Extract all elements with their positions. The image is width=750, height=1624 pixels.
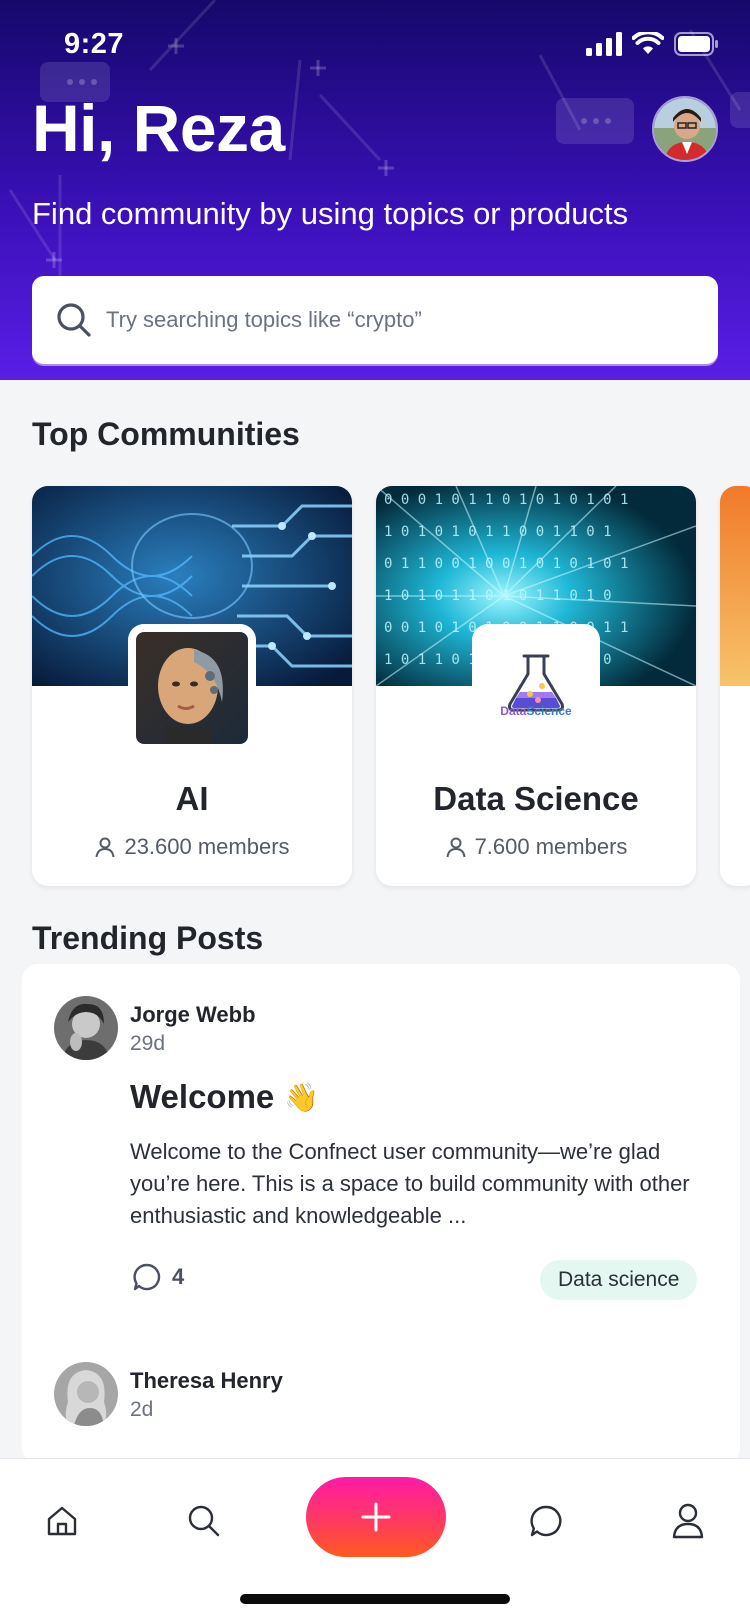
battery-icon (674, 32, 718, 56)
status-time: 9:27 (64, 28, 125, 60)
trending-posts-title: Trending Posts (32, 920, 264, 956)
logo-text-science: Science (526, 704, 572, 718)
post-title-text: Welcome (130, 1078, 275, 1115)
logo-text-data: Data (500, 704, 527, 718)
flask-icon (508, 654, 564, 712)
peek-cover-image (720, 486, 750, 686)
post-author-name[interactable]: Jorge Webb (130, 1002, 256, 1028)
comment-count: 4 (172, 1264, 185, 1289)
trending-posts-list: Jorge Webb 29d Welcome 👋 Welcome to the … (22, 964, 740, 1464)
plus-icon (361, 1502, 391, 1532)
tab-messages[interactable] (524, 1499, 568, 1543)
community-card-data-science[interactable]: 0 0 0 1 0 1 1 0 1 0 1 0 1 0 1 1 0 1 0 1 … (376, 486, 696, 886)
home-icon (47, 1506, 77, 1536)
profile-icon (672, 1503, 704, 1539)
post-time: 29d (130, 1032, 166, 1055)
post-comments[interactable]: 4 (132, 1262, 184, 1292)
post-time: 2d (130, 1398, 154, 1421)
comment-icon (133, 1263, 161, 1291)
community-name: Data Science (433, 780, 639, 817)
post-author-name[interactable]: Theresa Henry (130, 1368, 283, 1394)
tab-home[interactable] (40, 1499, 84, 1543)
data-science-logo-tile: DataScience (472, 624, 600, 752)
data-science-logo-text: DataScience (472, 704, 600, 718)
person-icon (95, 837, 115, 858)
person-icon (446, 837, 466, 858)
tab-profile[interactable] (666, 1499, 710, 1543)
svg-text:0 1 1 0 0 1 0 0 1 0 1 0 1 0 1: 0 1 1 0 0 1 0 0 1 0 1 0 1 0 1 (384, 556, 628, 572)
search-icon (188, 1505, 220, 1537)
ai-logo-tile (128, 624, 256, 752)
post-author-avatar[interactable] (54, 1362, 118, 1426)
community-card-peek[interactable] (720, 486, 750, 886)
tab-search[interactable] (182, 1499, 226, 1543)
header-subtitle: Find community by using topics or produc… (32, 196, 629, 231)
greeting-title: Hi, Reza (32, 91, 285, 165)
bottom-tab-bar (0, 1458, 750, 1624)
home-indicator[interactable] (240, 1594, 510, 1604)
search-bar[interactable] (32, 276, 718, 364)
svg-text:0 0 0 1 0 1 1 0 1 0 1 0 1 0 1: 0 0 0 1 0 1 1 0 1 0 1 0 1 0 1 (384, 492, 628, 508)
community-name: AI (175, 780, 209, 817)
svg-text:1 0 1 0 1 1 0 1 0 1 1 0 1 0: 1 0 1 0 1 1 0 1 0 1 1 0 1 0 (384, 588, 612, 604)
post-tag[interactable]: Data science (540, 1260, 698, 1300)
ai-robot-image (136, 632, 248, 744)
community-card-ai[interactable]: AI 23.600 members (32, 486, 352, 886)
status-icons (586, 32, 720, 56)
chat-icon (530, 1505, 562, 1537)
post-body: Welcome to the Confnect user community—w… (130, 1139, 690, 1228)
community-members: 23.600 members (32, 834, 352, 860)
members-count: 7.600 members (474, 834, 628, 859)
search-icon (57, 303, 91, 337)
waving-hand-icon: 👋 (284, 1081, 320, 1113)
create-post-button[interactable] (306, 1477, 446, 1557)
user-avatar[interactable] (652, 96, 718, 162)
avatar-image (54, 1362, 118, 1426)
members-count: 23.600 members (124, 834, 290, 859)
svg-text:1 0 1 0 1 0 1 1 0 0 1 1 0 1: 1 0 1 0 1 0 1 1 0 0 1 1 0 1 (384, 524, 612, 540)
wifi-icon (632, 32, 664, 54)
post-author-avatar[interactable] (54, 996, 118, 1060)
search-input[interactable] (106, 307, 666, 333)
community-members: 7.600 members (376, 834, 696, 860)
signal-icon (586, 32, 622, 56)
top-communities-title: Top Communities (32, 416, 300, 452)
post-title[interactable]: Welcome 👋 (130, 1078, 319, 1116)
avatar-image (54, 996, 118, 1060)
status-bar: 9:27 (0, 0, 750, 90)
header-hero: 9:27 Hi, Reza Find community by using to… (0, 0, 750, 380)
